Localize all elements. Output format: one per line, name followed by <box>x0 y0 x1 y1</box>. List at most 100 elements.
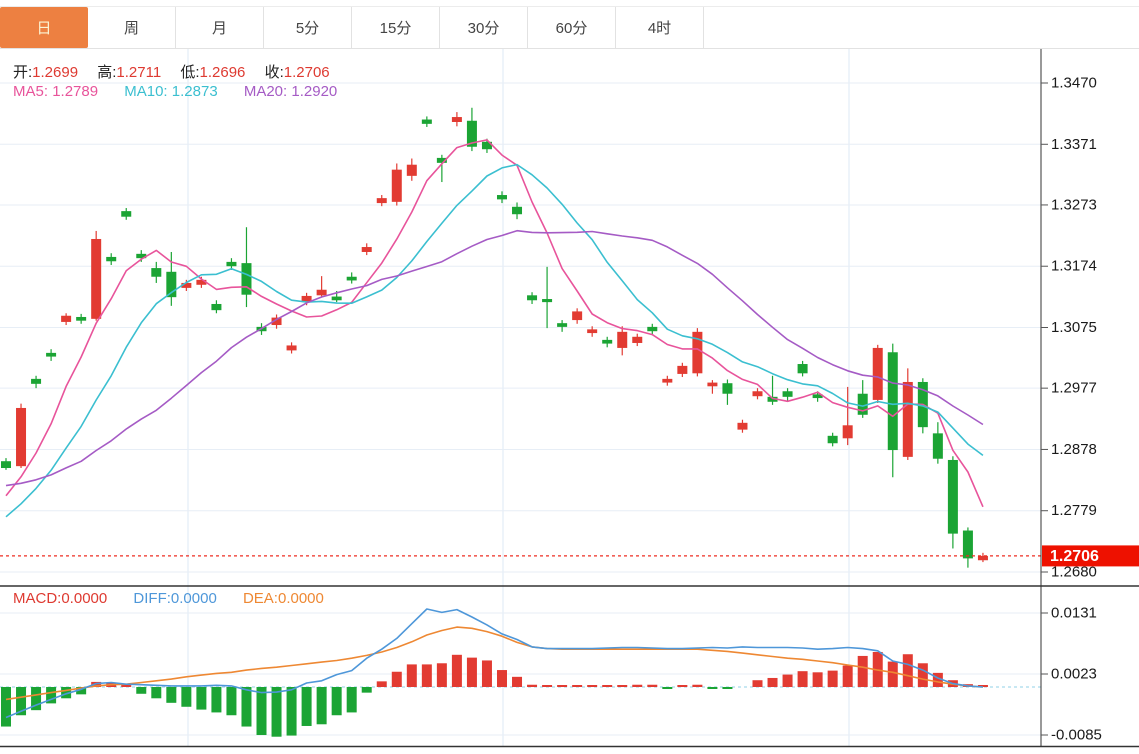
current-price-badge-text: 1.2706 <box>1050 548 1099 565</box>
candle-up <box>707 382 718 387</box>
macd-bar-up <box>857 655 868 687</box>
candle-up <box>902 381 913 457</box>
macd-bar-up <box>391 671 402 687</box>
candle-down <box>527 295 538 301</box>
low-label: 低: <box>180 64 200 81</box>
macd-bar-up <box>617 685 628 687</box>
kline-chart[interactable]: 1.3470 1.3371 1.3273 1.3174 1.3075 1.2977 1.28… <box>0 0 1139 754</box>
macd-bar-down <box>181 687 192 707</box>
price-axis-label: 1.2878 <box>1051 441 1097 458</box>
candle-up <box>16 407 27 467</box>
candle-down <box>962 530 973 559</box>
dea-value: 0.0000 <box>277 590 324 607</box>
macd-bar-up <box>512 676 523 687</box>
macd-bar-up <box>692 684 703 687</box>
ma5-label: MA5: <box>13 83 49 100</box>
high-label: 高: <box>97 64 117 81</box>
macd-bar-down <box>331 687 342 716</box>
macd-bar-down <box>1 687 11 727</box>
macd-bar-down <box>286 687 297 736</box>
candle-up <box>872 347 883 400</box>
ma10-line <box>5 163 984 518</box>
candle-up <box>286 345 297 351</box>
macd-bar-up <box>451 654 462 687</box>
macd-bar-down <box>166 687 177 703</box>
candle-down <box>346 276 357 281</box>
macd-bar-up <box>406 664 417 687</box>
ma20-value: 1.2920 <box>291 83 338 100</box>
candle-down <box>947 459 958 534</box>
macd-bar-up <box>647 684 658 687</box>
candle-down <box>106 256 117 262</box>
macd-bar-up <box>496 670 507 687</box>
candle-down <box>226 261 237 267</box>
high-value: 1.2711 <box>116 64 162 81</box>
trading-chart-page: { "tabs": {"items": ["日","周","月","5分","1… <box>0 0 1139 754</box>
macd-bar-up <box>887 661 898 687</box>
macd-bar-down <box>226 687 237 716</box>
candle-up <box>977 555 988 561</box>
candle-down <box>827 435 838 444</box>
candle-down <box>1 461 11 469</box>
candle-down <box>512 206 523 215</box>
candle-up <box>842 425 853 439</box>
close-value: 1.2706 <box>283 64 330 81</box>
candle-up <box>662 378 673 383</box>
macd-bar-down <box>136 687 147 694</box>
macd-bar-down <box>271 687 282 737</box>
macd-bar-down <box>211 687 222 713</box>
macd-bar-down <box>722 687 733 689</box>
price-axis-label: 1.3174 <box>1051 258 1097 275</box>
macd-bar-up <box>827 670 838 687</box>
macd-bar-down <box>346 687 357 713</box>
macd-bar-down <box>316 687 327 725</box>
macd-bar-up <box>527 684 538 687</box>
price-axis-label: 1.2977 <box>1051 380 1097 397</box>
price-axis-label: 1.3371 <box>1051 136 1097 153</box>
candle-up <box>752 391 763 397</box>
macd-axis-label: -0.0085 <box>1051 727 1102 744</box>
candle-down <box>496 195 507 200</box>
candle-up <box>91 238 102 319</box>
candle-down <box>647 326 658 332</box>
ma-legend: MA5: 1.2789 MA10: 1.2873 MA20: 1.2920 <box>13 83 337 100</box>
price-axis-label: 1.3470 <box>1051 75 1097 92</box>
candle-up <box>391 169 402 202</box>
ma5-line <box>5 139 984 508</box>
candle-up <box>572 311 583 321</box>
macd-axis-label: 0.0131 <box>1051 605 1097 622</box>
macd-bar-up <box>632 684 643 687</box>
macd-bar-up <box>797 671 808 687</box>
macd-bar-up <box>376 681 387 687</box>
candle-down <box>542 299 553 303</box>
ma5-value: 1.2789 <box>52 83 99 100</box>
macd-bar-up <box>436 663 447 687</box>
macd-bar-up <box>421 664 432 687</box>
macd-label: MACD: <box>13 590 62 607</box>
macd-bar-up <box>542 685 553 687</box>
macd-bar-down <box>256 687 267 736</box>
macd-bar-down <box>301 687 312 726</box>
macd-bar-up <box>902 654 913 687</box>
price-axis-label: 1.2779 <box>1051 502 1097 519</box>
macd-bar-down <box>707 687 718 689</box>
candle-up <box>406 164 417 176</box>
candle-down <box>76 316 87 321</box>
ma20-label: MA20: <box>243 83 288 100</box>
candle-down <box>782 391 793 397</box>
candle-down <box>121 211 132 217</box>
candle-up <box>361 247 372 252</box>
candle-up <box>617 331 628 348</box>
candle-down <box>557 323 568 327</box>
macd-bar-up <box>752 680 763 687</box>
dea-label: DEA: <box>242 590 278 607</box>
open-label: 开: <box>13 64 33 81</box>
candle-down <box>932 433 943 459</box>
macd-bar-up <box>917 663 928 687</box>
macd-bar-up <box>782 674 793 687</box>
macd-legend: MACD:0.0000 DIFF:0.0000 DEA:0.0000 <box>13 590 324 607</box>
macd-bar-down <box>241 687 252 727</box>
candle-up <box>451 117 462 122</box>
candle-down <box>797 364 808 374</box>
candle-up <box>632 336 643 343</box>
